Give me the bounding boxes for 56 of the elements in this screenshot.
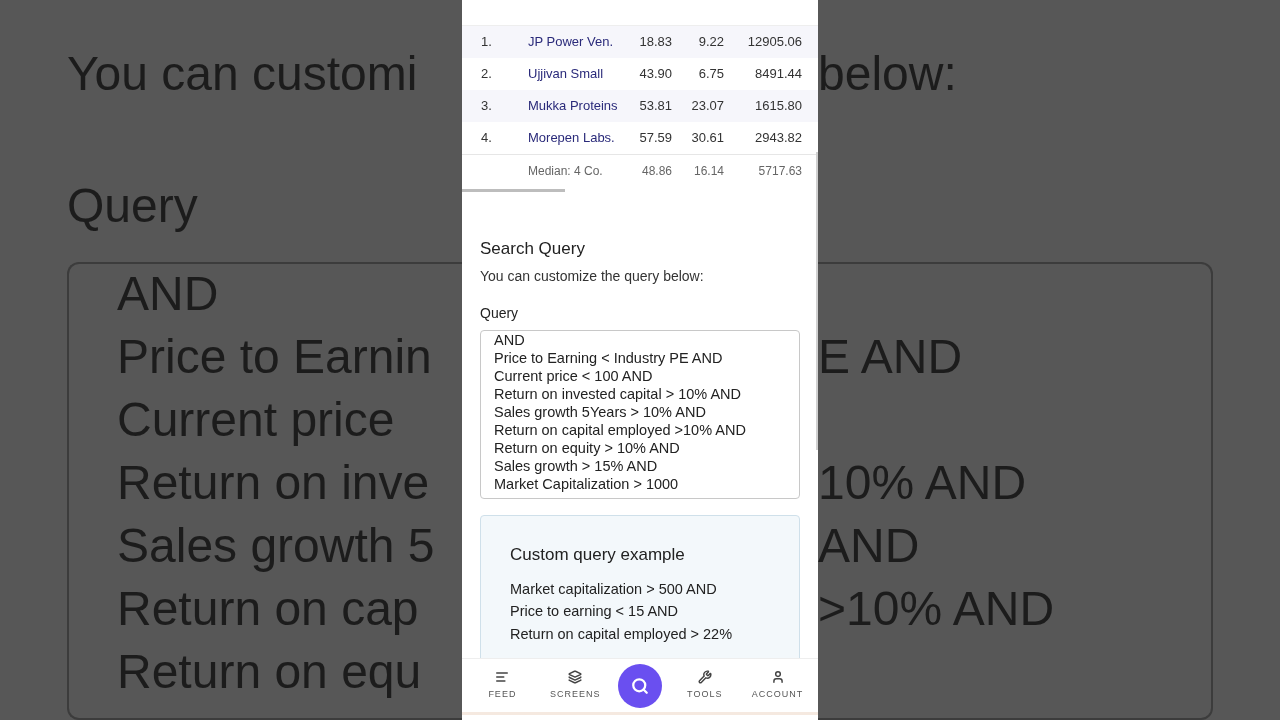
table-cell-text: 6.75 (697, 65, 724, 84)
query-field[interactable]: AND Price to Earning < Industry PE AND Current price < 100 AND Return on invested capital > 10% AND Sales growth 5Years > 10% AND Return on capital employed >10% AND Return on equity > 10% AND Sales growth > 15% AND Market Capitalization > 1000 (480, 330, 800, 499)
account-icon (770, 669, 785, 684)
table-cell-text: 18.83 (638, 33, 672, 52)
background-label: Query (67, 178, 199, 234)
company-link[interactable]: Morepen Labs. (528, 128, 620, 148)
background-query-line: AND (818, 518, 921, 574)
example-line: Return on capital employed > 22% (510, 624, 734, 644)
company-link[interactable]: Ujjivan Small (528, 64, 620, 84)
background-query-line: Return on equ (117, 644, 423, 700)
median-label: Median: 4 Co. (528, 162, 604, 180)
background-query-line: >10% AND (818, 581, 1056, 637)
table-cell-text: 30.61 (690, 129, 724, 148)
rank-cell-text: 4. (480, 129, 493, 148)
field-label: Query (480, 304, 520, 323)
background-query-line: 10% AND (818, 455, 1028, 511)
nav-tab[interactable]: TOOLS (674, 669, 735, 702)
background-query-line: Price to Earnin (117, 329, 433, 385)
table-cell-text: 23.07 (690, 97, 724, 116)
example-title: Custom query example (510, 544, 686, 566)
screens-icon (568, 669, 583, 684)
table-cell-text: 57.59 (638, 129, 672, 148)
table-cell-text: 9.22 (697, 33, 724, 52)
nav-tab[interactable]: FEED (472, 669, 533, 702)
tools-icon (697, 669, 712, 684)
search-button[interactable] (618, 663, 662, 708)
background-query-line: Current price (117, 392, 396, 448)
rank-cell-text: 1. (480, 33, 493, 52)
background-query-line: Return on inve (117, 455, 431, 511)
background-query-line: Sales growth 5 (117, 518, 436, 574)
rank-cell-text: 3. (480, 97, 493, 116)
nav-tab[interactable]: SCREENS (545, 669, 606, 702)
example-line: Price to earning < 15 AND (510, 602, 680, 621)
search-icon (631, 676, 649, 695)
section-title: Search Query (480, 238, 586, 260)
table-cell-text: 1615.80 (754, 97, 802, 116)
table-cell-text: 16.14 (692, 162, 724, 180)
background-query-line: E AND (818, 329, 964, 385)
table-cell-text: 2943.82 (754, 129, 802, 148)
section-description: You can customize the query below: (480, 267, 705, 286)
background-heading: below: (818, 46, 958, 102)
table-cell-text: 48.86 (640, 162, 672, 180)
rank-cell-text: 2. (480, 65, 493, 84)
company-link[interactable]: JP Power Ven. (528, 32, 620, 52)
table-cell-text: 12905.06 (746, 33, 802, 52)
table-cell-text: 43.90 (638, 65, 672, 84)
background-query-line: Return on cap (117, 581, 420, 637)
table-cell-text: 8491.44 (754, 65, 802, 84)
feed-icon (495, 669, 510, 684)
background-query-line: AND (117, 266, 220, 322)
table-cell-text: 5717.63 (757, 162, 802, 180)
company-link[interactable]: Mukka Proteins (528, 96, 620, 116)
table-cell-text: 53.81 (638, 97, 672, 116)
nav-tab[interactable]: ACCOUNT (747, 669, 808, 702)
background-heading: You can customi (67, 46, 419, 102)
example-line: Market capitalization > 500 AND (510, 579, 718, 599)
